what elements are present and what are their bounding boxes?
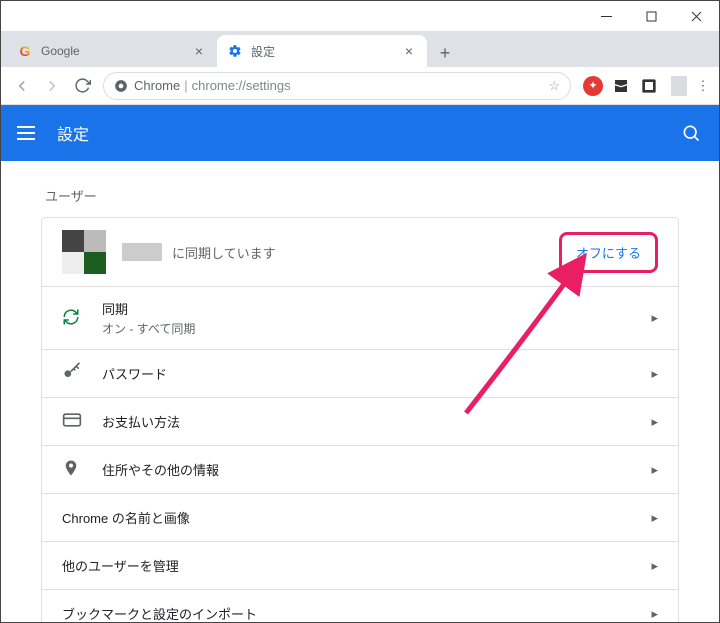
gear-favicon-icon xyxy=(227,43,243,59)
chevron-right-icon: ▸ xyxy=(651,462,658,478)
row-label: 他のユーザーを管理 xyxy=(62,556,651,575)
row-payment[interactable]: お支払い方法 ▸ xyxy=(42,397,678,445)
sync-icon xyxy=(62,308,80,329)
back-button[interactable] xyxy=(7,71,37,101)
user-card: に同期しています オフにする 同期 オン - すべて同期 ▸ パスワード ▸ お… xyxy=(41,217,679,622)
profile-row: に同期しています オフにする xyxy=(42,218,678,286)
extension-icon-2[interactable] xyxy=(611,76,631,96)
bookmark-star-icon[interactable]: ☆ xyxy=(548,78,560,94)
row-manage-users[interactable]: 他のユーザーを管理 ▸ xyxy=(42,541,678,589)
reload-button[interactable] xyxy=(67,71,97,101)
settings-content: ユーザー に同期しています オフにする 同期 オン - すべて同期 ▸ パスワー… xyxy=(1,162,719,622)
chevron-right-icon: ▸ xyxy=(651,366,658,382)
key-icon xyxy=(62,362,82,385)
tab-strip: G Google × 設定 × + xyxy=(1,31,719,67)
redacted-name xyxy=(122,243,162,261)
url-text: chrome://settings xyxy=(192,78,291,93)
row-label: 同期 xyxy=(102,299,651,318)
sync-status-text: に同期しています xyxy=(172,243,276,262)
window-close-button[interactable] xyxy=(674,1,719,31)
hamburger-menu-icon[interactable] xyxy=(17,121,41,145)
location-pin-icon xyxy=(62,459,80,480)
row-label: パスワード xyxy=(102,364,651,383)
chrome-scheme-icon xyxy=(114,79,128,93)
row-sublabel: オン - すべて同期 xyxy=(102,320,651,337)
credit-card-icon xyxy=(62,410,82,433)
tab-close-icon[interactable]: × xyxy=(191,43,207,59)
chevron-right-icon: ▸ xyxy=(651,414,658,430)
window-titlebar xyxy=(1,1,719,31)
page-title: 設定 xyxy=(57,121,679,145)
browser-toolbar: Chrome | chrome://settings ☆ ✦ ⋮ xyxy=(1,67,719,105)
url-scheme: Chrome xyxy=(134,78,180,93)
menu-button[interactable]: ⋮ xyxy=(693,71,713,101)
turn-off-sync-button[interactable]: オフにする xyxy=(559,232,658,273)
row-label: ブックマークと設定のインポート xyxy=(62,604,651,622)
row-label: 住所やその他の情報 xyxy=(102,460,651,479)
forward-button[interactable] xyxy=(37,71,67,101)
row-import-bookmarks[interactable]: ブックマークと設定のインポート ▸ xyxy=(42,589,678,622)
tab-title: 設定 xyxy=(251,43,401,60)
profile-chip[interactable] xyxy=(671,76,687,96)
row-label: Chrome の名前と画像 xyxy=(62,508,651,527)
row-passwords[interactable]: パスワード ▸ xyxy=(42,349,678,397)
row-label: お支払い方法 xyxy=(102,412,651,431)
extension-icon-1[interactable]: ✦ xyxy=(583,76,603,96)
extension-icon-3[interactable] xyxy=(639,76,659,96)
google-favicon-icon: G xyxy=(17,43,33,59)
chevron-right-icon: ▸ xyxy=(651,310,658,326)
settings-header: 設定 xyxy=(1,105,719,161)
row-sync[interactable]: 同期 オン - すべて同期 ▸ xyxy=(42,286,678,349)
row-name-picture[interactable]: Chrome の名前と画像 ▸ xyxy=(42,493,678,541)
chevron-right-icon: ▸ xyxy=(651,558,658,574)
tab-settings[interactable]: 設定 × xyxy=(217,35,427,67)
row-addresses[interactable]: 住所やその他の情報 ▸ xyxy=(42,445,678,493)
tab-google[interactable]: G Google × xyxy=(7,35,217,67)
address-bar[interactable]: Chrome | chrome://settings ☆ xyxy=(103,72,571,100)
tab-title: Google xyxy=(41,44,191,58)
section-title-user: ユーザー xyxy=(45,186,679,205)
search-button[interactable] xyxy=(679,121,703,145)
new-tab-button[interactable]: + xyxy=(431,39,459,67)
chevron-right-icon: ▸ xyxy=(651,606,658,622)
tab-close-icon[interactable]: × xyxy=(401,43,417,59)
window-maximize-button[interactable] xyxy=(629,1,674,31)
window-minimize-button[interactable] xyxy=(584,1,629,31)
chevron-right-icon: ▸ xyxy=(651,510,658,526)
avatar xyxy=(62,230,106,274)
extension-icons: ✦ xyxy=(583,76,659,96)
